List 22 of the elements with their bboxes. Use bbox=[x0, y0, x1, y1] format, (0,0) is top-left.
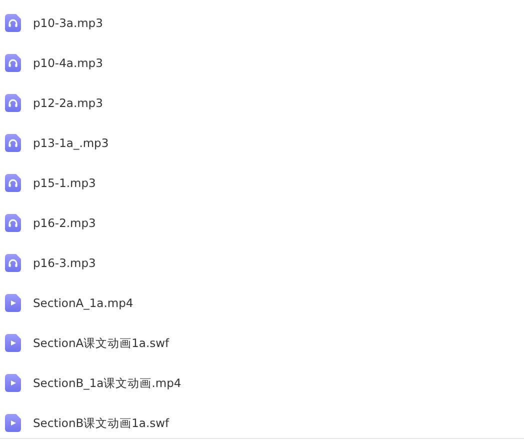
file-name[interactable]: p16-3.mp3 bbox=[33, 256, 96, 270]
play-file-icon bbox=[5, 414, 21, 432]
headphones-file-icon bbox=[5, 134, 21, 152]
file-name[interactable]: SectionB课文动画1a.swf bbox=[33, 416, 170, 430]
headphones-file-icon bbox=[5, 214, 21, 232]
headphones-file-icon bbox=[5, 54, 21, 72]
headphones-file-icon bbox=[5, 174, 21, 192]
file-name[interactable]: SectionB_1a课文动画.mp4 bbox=[33, 376, 182, 390]
file-name[interactable]: SectionA_1a.mp4 bbox=[33, 296, 134, 310]
file-name[interactable]: p13-1a_.mp3 bbox=[33, 136, 109, 150]
file-name[interactable]: p16-2.mp3 bbox=[33, 216, 96, 230]
file-name[interactable]: p12-2a.mp3 bbox=[33, 96, 103, 110]
file-name[interactable]: p10-4a.mp3 bbox=[33, 56, 103, 70]
headphones-file-icon bbox=[5, 254, 21, 272]
play-file-icon bbox=[5, 334, 21, 352]
file-name[interactable]: p10-3a.mp3 bbox=[33, 16, 103, 30]
file-name[interactable]: SectionA课文动画1a.swf bbox=[33, 336, 170, 350]
headphones-file-icon bbox=[5, 14, 21, 32]
headphones-file-icon bbox=[5, 94, 21, 112]
play-file-icon bbox=[5, 294, 21, 312]
play-file-icon bbox=[5, 374, 21, 392]
file-name[interactable]: p15-1.mp3 bbox=[33, 176, 96, 190]
